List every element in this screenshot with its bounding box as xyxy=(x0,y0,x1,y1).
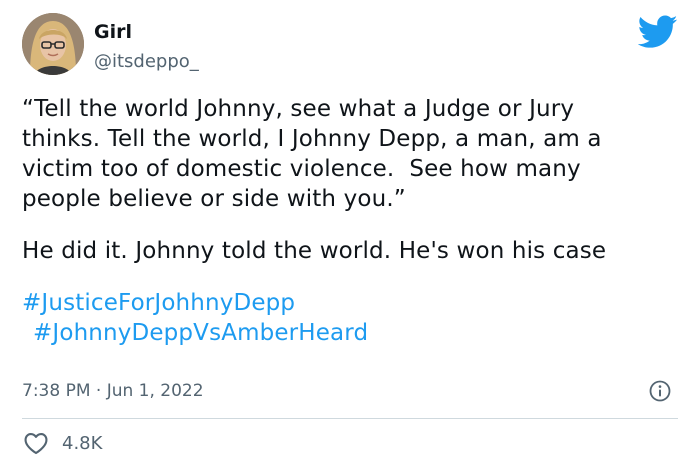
avatar[interactable] xyxy=(22,13,84,75)
tweet-text: “Tell the world Johnny, see what a Judge… xyxy=(22,94,682,348)
like-button[interactable]: 4.8K xyxy=(22,428,102,458)
hashtag-link[interactable]: #JusticeForJohhnyDepp xyxy=(22,288,682,318)
tweet-text-line: victim too of domestic violence. See how… xyxy=(22,156,581,182)
author-handle[interactable]: @itsdeppo_ xyxy=(94,51,199,73)
hashtag-link[interactable]: #JohnnyDeppVsAmberHeard xyxy=(22,318,682,348)
info-icon[interactable] xyxy=(648,379,672,403)
tweet-text-line: “Tell the world Johnny, see what a Judge… xyxy=(22,96,575,122)
like-count: 4.8K xyxy=(62,432,103,454)
author-display-name[interactable]: Girl xyxy=(94,20,132,44)
tweet-text-line: He did it. Johnny told the world. He's w… xyxy=(22,238,607,264)
tweet-timestamp[interactable]: 7:38 PM · Jun 1, 2022 xyxy=(22,380,204,402)
tweet-text-line: thinks. Tell the world, I Johnny Depp, a… xyxy=(22,126,602,152)
twitter-bird-icon xyxy=(638,15,678,48)
tweet-text-line: people believe or side with you.” xyxy=(22,186,406,212)
tweet-card: Girl @itsdeppo_ “Tell the world Johnny, … xyxy=(0,0,700,471)
divider xyxy=(22,418,678,419)
heart-icon xyxy=(24,432,48,455)
